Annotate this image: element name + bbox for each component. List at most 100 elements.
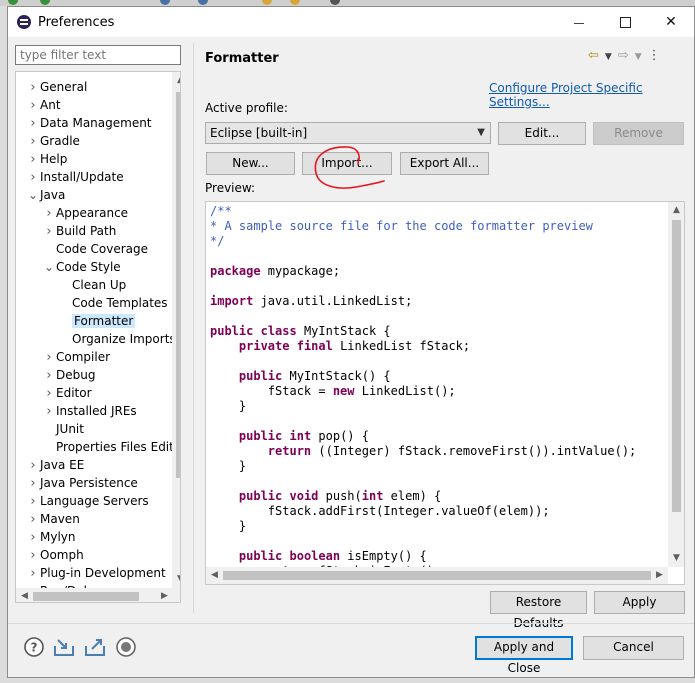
back-arrow-icon[interactable]: ⇦	[588, 48, 605, 63]
maximize-button[interactable]	[602, 7, 648, 37]
tree-item-label: Code Coverage	[56, 242, 149, 256]
cancel-button[interactable]: Cancel	[583, 636, 684, 660]
chevron-right-icon[interactable]: ›	[26, 547, 40, 565]
tree-item-mylyn[interactable]: › Mylyn	[26, 528, 76, 547]
chevron-right-icon[interactable]: ›	[26, 115, 40, 133]
edit-button[interactable]: Edit...	[498, 122, 586, 145]
import-button[interactable]: Import...	[302, 152, 392, 175]
tree-item-install-update[interactable]: › Install/Update	[26, 168, 123, 187]
chevron-right-icon[interactable]: ›	[26, 97, 40, 115]
tree-item-java-ee[interactable]: › Java EE	[26, 456, 84, 474]
tree-item-plug-in-development[interactable]: › Plug-in Development	[26, 564, 165, 583]
scroll-thumb[interactable]	[672, 220, 681, 512]
tree-item-label: Oomph	[40, 548, 84, 562]
record-icon[interactable]	[115, 636, 137, 658]
chevron-right-icon[interactable]: ›	[42, 205, 56, 223]
chevron-right-icon[interactable]: ›	[42, 367, 56, 385]
code-preview: /** * A sample source file for the code f…	[205, 201, 685, 585]
tree-item-java[interactable]: ⌄ Java	[26, 186, 65, 204]
configure-project-specific-link[interactable]: Configure Project Specific Settings...	[489, 81, 694, 109]
tree-item-debug[interactable]: › Debug	[42, 366, 95, 384]
tree-item-label: Editor	[56, 386, 92, 400]
scroll-left-icon[interactable]: ◀	[206, 567, 223, 584]
tree-item-general[interactable]: › General	[26, 78, 87, 96]
filter-input[interactable]	[15, 45, 181, 65]
tree-item-installed-jres[interactable]: › Installed JREs	[42, 402, 136, 421]
forward-arrow-icon[interactable]: ⇨	[618, 48, 635, 63]
chevron-right-icon[interactable]: ›	[26, 511, 40, 529]
chevron-down-icon[interactable]: ⌄	[42, 258, 56, 276]
tree-item-label: Java Persistence	[40, 476, 138, 490]
chevron-right-icon[interactable]: ›	[26, 457, 40, 475]
tree-item-build-path[interactable]: › Build Path	[42, 222, 116, 240]
scroll-right-icon[interactable]: ▶	[156, 588, 173, 602]
chevron-right-icon[interactable]: ›	[26, 493, 40, 511]
tree-item-clean-up[interactable]: Clean Up	[58, 276, 126, 294]
chevron-right-icon[interactable]: ›	[42, 385, 56, 403]
tree-item-formatter[interactable]: Formatter	[58, 312, 136, 330]
tree-item-maven[interactable]: › Maven	[26, 510, 79, 529]
tree-item-junit[interactable]: JUnit	[42, 420, 84, 438]
import-prefs-icon[interactable]	[53, 636, 75, 658]
chevron-right-icon[interactable]: ›	[26, 169, 40, 187]
tree-horizontal-scrollbar[interactable]: ◀ ▶	[16, 588, 180, 602]
tree-item-properties-files-editor[interactable]: Properties Files Editor	[42, 438, 180, 456]
tree-item-code-coverage[interactable]: Code Coverage	[42, 240, 148, 258]
tree-item-editor[interactable]: › Editor	[42, 384, 92, 403]
tree-item-oomph[interactable]: › Oomph	[26, 546, 84, 565]
minimize-button[interactable]	[556, 7, 602, 37]
code-token: int	[361, 489, 384, 503]
code-token: int	[289, 429, 312, 443]
close-button[interactable]: ✕	[648, 7, 694, 37]
forward-menu-icon[interactable]: ▼	[635, 52, 648, 62]
scroll-thumb[interactable]	[33, 592, 139, 601]
chevron-right-icon[interactable]: ›	[26, 133, 40, 151]
profile-combo[interactable]: Eclipse [built-in] ▼	[205, 122, 491, 144]
scroll-down-icon[interactable]: ▼	[668, 550, 684, 567]
chevron-right-icon[interactable]: ›	[42, 223, 56, 241]
tree-item-code-style[interactable]: ⌄ Code Style	[42, 258, 121, 276]
scroll-up-icon[interactable]: ▲	[172, 72, 180, 89]
scroll-right-icon[interactable]: ▶	[651, 567, 668, 584]
tree-item-java-persistence[interactable]: › Java Persistence	[26, 474, 138, 493]
chevron-right-icon[interactable]: ›	[26, 79, 40, 97]
chevron-right-icon[interactable]: ›	[26, 151, 40, 169]
tree-item-language-servers[interactable]: › Language Servers	[26, 492, 148, 511]
help-icon[interactable]: ?	[23, 636, 45, 658]
chevron-right-icon[interactable]: ›	[42, 403, 56, 421]
chevron-right-icon[interactable]: ›	[26, 475, 40, 493]
tree-item-data-management[interactable]: › Data Management	[26, 114, 151, 133]
scroll-left-icon[interactable]: ◀	[16, 588, 33, 602]
new-button[interactable]: New...	[206, 152, 295, 175]
scroll-down-icon[interactable]: ▼	[172, 571, 180, 588]
restore-defaults-button[interactable]: Restore Defaults	[490, 591, 587, 630]
scroll-thumb[interactable]	[176, 92, 180, 478]
tree-item-organize-imports[interactable]: Organize Imports	[58, 330, 176, 348]
tree-item-code-templates[interactable]: Code Templates	[58, 294, 168, 312]
chevron-down-icon[interactable]: ⌄	[26, 186, 40, 204]
scroll-up-icon[interactable]: ▲	[668, 202, 684, 219]
view-menu-icon[interactable]: ⋮	[648, 48, 661, 63]
code-token: new	[332, 384, 355, 398]
chevron-right-icon[interactable]: ›	[42, 349, 56, 367]
chevron-right-icon[interactable]: ›	[26, 565, 40, 583]
tree-item-compiler[interactable]: › Compiler	[42, 348, 110, 366]
tree-item-label: Mylyn	[40, 530, 76, 544]
preview-vertical-scrollbar[interactable]: ▲ ▼	[668, 202, 684, 567]
apply-and-close-button[interactable]: Apply and Close	[475, 636, 573, 675]
apply-button[interactable]: Apply	[594, 591, 685, 614]
export-all-button[interactable]: Export All...	[400, 152, 489, 175]
tree-item-gradle[interactable]: › Gradle	[26, 132, 80, 150]
tree-item-appearance[interactable]: › Appearance	[42, 204, 128, 222]
back-menu-icon[interactable]: ▼	[605, 52, 618, 62]
tree-vertical-scrollbar[interactable]: ▲ ▼	[172, 72, 180, 588]
scroll-thumb[interactable]	[223, 571, 651, 580]
tree-item-help[interactable]: › Help	[26, 150, 67, 168]
preview-horizontal-scrollbar[interactable]: ◀ ▶	[206, 567, 668, 584]
tree-item-ant[interactable]: › Ant	[26, 96, 60, 115]
code-line: }	[210, 459, 636, 474]
chevron-right-icon[interactable]: ›	[26, 529, 40, 547]
splitter[interactable]	[193, 43, 194, 613]
export-prefs-icon[interactable]	[84, 636, 106, 658]
